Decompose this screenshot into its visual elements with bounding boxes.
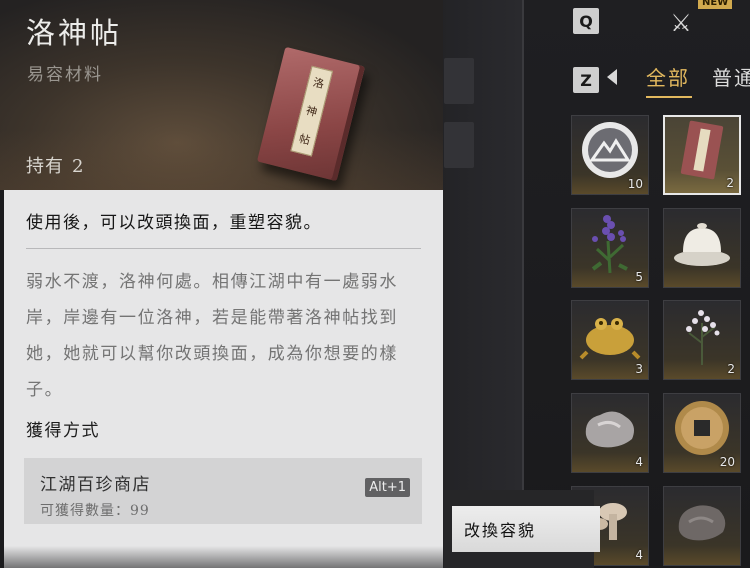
mountain-emblem-icon bbox=[579, 119, 641, 185]
tab-active-underline bbox=[646, 96, 692, 98]
new-badge: NEW bbox=[698, 0, 733, 9]
shop-name: 江湖百珍商店 bbox=[40, 475, 151, 495]
owned-count: 持有 2 bbox=[26, 152, 84, 178]
item-count: 2 bbox=[727, 362, 735, 376]
lavender-herb-icon bbox=[583, 211, 637, 279]
hotkey-q[interactable]: Q bbox=[573, 8, 599, 34]
luoshen-book-icon bbox=[679, 119, 725, 185]
tab-left-arrow-icon[interactable] bbox=[607, 69, 617, 85]
item-count: 10 bbox=[627, 177, 643, 191]
item-count: 4 bbox=[635, 455, 643, 469]
book-label-char: 帖 bbox=[297, 131, 312, 148]
shop-quantity: 可獲得數量：99 bbox=[40, 503, 150, 519]
white-flower-icon bbox=[677, 303, 727, 371]
divider bbox=[26, 248, 421, 249]
inventory-slot[interactable]: 4 bbox=[571, 393, 649, 473]
inventory-slot-selected[interactable]: 2 bbox=[663, 115, 741, 195]
tab-all[interactable]: 全部 bbox=[646, 62, 690, 91]
item-count: 5 bbox=[635, 270, 643, 284]
inventory-slot[interactable]: 3 bbox=[571, 300, 649, 380]
book-label-char: 洛 bbox=[311, 76, 326, 92]
inventory-slot[interactable]: 20 bbox=[663, 393, 741, 473]
item-lore: 弱水不渡，洛神何處。相傳江湖中有一處弱水岸，岸邊有一位洛神，若是能帶著洛神帖找到… bbox=[26, 272, 398, 400]
book-label-char: 神 bbox=[304, 103, 319, 120]
item-description-body: 使用後，可以改頭換面，重塑容貌。 弱水不渡，洛神何處。相傳江湖中有一處弱水岸，岸… bbox=[4, 190, 443, 568]
golden-toad-icon bbox=[579, 310, 641, 364]
panel-tab-slab[interactable] bbox=[444, 122, 474, 168]
obtain-heading: 獲得方式 bbox=[26, 421, 100, 441]
change-appearance-button[interactable]: 改換容貌 bbox=[452, 506, 600, 552]
inventory-slot[interactable] bbox=[663, 208, 741, 288]
ink-smudge bbox=[4, 546, 443, 568]
bronze-coin-icon bbox=[671, 397, 733, 463]
item-count: 3 bbox=[635, 362, 643, 376]
inventory-slot[interactable]: 5 bbox=[571, 208, 649, 288]
item-category: 易容材料 bbox=[27, 65, 103, 85]
book-label: 洛 神 帖 bbox=[290, 65, 334, 157]
crossed-swords-icon[interactable]: ⚔ bbox=[666, 8, 696, 38]
item-count: 4 bbox=[635, 548, 643, 562]
panel-tab-slab[interactable] bbox=[444, 58, 474, 104]
inventory-slot[interactable] bbox=[663, 486, 741, 566]
item-detail-panel: 洛神帖 易容材料 洛 神 帖 持有 2 使用後，可以改頭換面，重塑容貌。 弱水不渡… bbox=[0, 0, 443, 568]
obtain-source-shop[interactable]: 江湖百珍商店 可獲得數量：99 Alt+1 bbox=[24, 458, 422, 524]
tab-normal[interactable]: 普通 bbox=[712, 62, 750, 91]
porcelain-bowl-icon bbox=[671, 218, 733, 272]
stone-icon bbox=[673, 498, 731, 548]
item-title: 洛神帖 bbox=[26, 16, 123, 50]
middle-column bbox=[440, 0, 522, 568]
owned-label: 持有 bbox=[26, 156, 64, 177]
grey-ore-icon bbox=[580, 405, 640, 455]
inventory-slot[interactable]: 2 bbox=[663, 300, 741, 380]
hotkey-z[interactable]: Z bbox=[573, 67, 599, 93]
owned-value: 2 bbox=[72, 156, 85, 177]
shortcut-key[interactable]: Alt+1 bbox=[365, 478, 410, 497]
item-count: 2 bbox=[726, 176, 734, 190]
item-usage: 使用後，可以改頭換面，重塑容貌。 bbox=[26, 213, 322, 233]
inventory-slot[interactable]: 10 bbox=[571, 115, 649, 195]
item-count: 20 bbox=[719, 455, 735, 469]
